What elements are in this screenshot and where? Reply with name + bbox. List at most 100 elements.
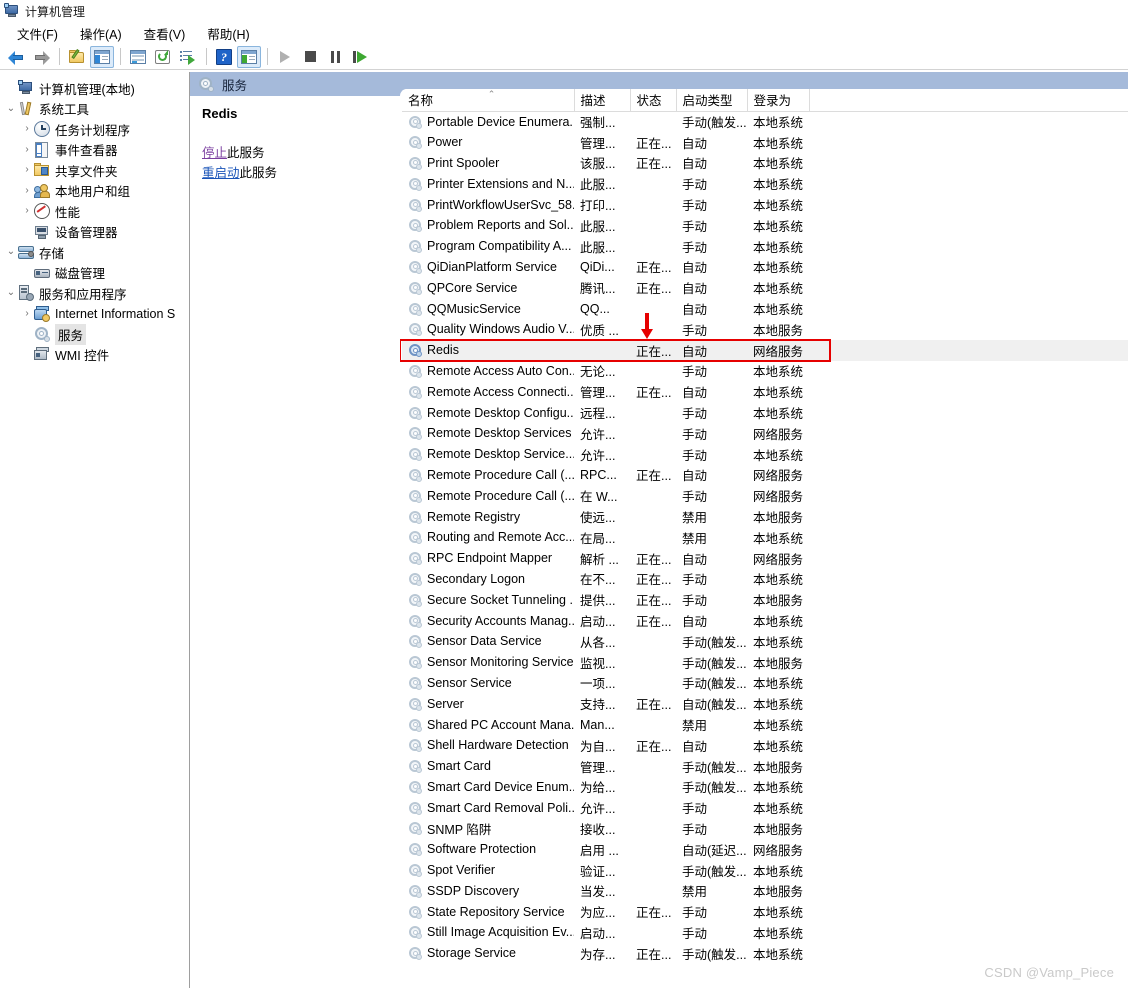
up-folder-button[interactable] (65, 46, 89, 68)
table-row[interactable]: SSDP Discovery 当发... 禁用 本地服务 (402, 880, 1128, 901)
tree-node-6[interactable]: › 性能 (0, 201, 189, 222)
restart-service-link[interactable]: 重启动此服务 (202, 163, 392, 183)
tree-node-7[interactable]: 设备管理器 (0, 222, 189, 243)
help-button[interactable]: ? (212, 46, 236, 68)
tree-node-13[interactable]: WMI 控件 (0, 345, 189, 366)
table-row[interactable]: Quality Windows Audio V... 优质 ... 手动 本地服务 (402, 319, 1128, 340)
table-row[interactable]: Secure Socket Tunneling ... 提供... 正在... 手动 本… (402, 589, 1128, 610)
table-row[interactable]: QPCore Service 腾讯... 正在... 自动 本地系统 (402, 277, 1128, 298)
service-name-label: Remote Access Connecti... (427, 384, 574, 399)
restart-service-button[interactable] (348, 46, 372, 68)
chevron-right-icon[interactable]: › (20, 308, 34, 319)
table-row[interactable]: Shell Hardware Detection 为自... 正在... 自动 本地系统 (402, 735, 1128, 756)
table-row[interactable]: Shared PC Account Mana... Man... 禁用 本地系统 (402, 714, 1128, 735)
table-row[interactable]: Spot Verifier 验证... 手动(触发... 本地系统 (402, 860, 1128, 881)
tree-node-1[interactable]: ⌄ 系统工具 (0, 99, 189, 120)
column-header-1[interactable]: 描述 (574, 89, 631, 112)
table-row[interactable]: QiDianPlatform Service QiDi... 正在... 自动 本地系统 (402, 257, 1128, 278)
menu-item-file[interactable]: 文件(F) (6, 22, 69, 45)
table-row[interactable]: Remote Registry 使远... 禁用 本地服务 (402, 506, 1128, 527)
table-row[interactable]: Remote Access Connecti... 管理... 正在... 自动 本地系… (402, 381, 1128, 402)
refresh-button[interactable] (151, 46, 175, 68)
tree-node-9[interactable]: 磁盘管理 (0, 263, 189, 284)
tree-node-8[interactable]: ⌄ 存储 (0, 242, 189, 263)
table-row[interactable]: Remote Procedure Call (... 在 W... 手动 网络服务 (402, 485, 1128, 506)
chevron-right-icon[interactable]: › (20, 144, 34, 155)
cell-logon-as: 本地系统 (753, 802, 804, 817)
table-row[interactable]: Remote Desktop Service... 允许... 手动 本地系统 (402, 444, 1128, 465)
table-row[interactable]: Storage Service 为存... 正在... 手动(触发... 本地系统 (402, 943, 1128, 964)
cell-service-name: Software Protection (402, 839, 574, 860)
column-header-3[interactable]: 启动类型 (676, 89, 748, 112)
table-row[interactable]: Redis 正在... 自动 网络服务 (402, 339, 1128, 361)
export-list-button[interactable] (176, 46, 200, 68)
menu-item-view[interactable]: 查看(V) (133, 22, 197, 45)
tree-node-11[interactable]: › Internet Information S (0, 304, 189, 325)
table-row[interactable]: Server 支持... 正在... 自动(触发... 本地系统 (402, 693, 1128, 714)
cell-description: 允许... (580, 802, 616, 817)
service-name-label: Remote Desktop Services (427, 426, 572, 441)
tree-node-4[interactable]: › 共享文件夹 (0, 160, 189, 181)
menu-item-help[interactable]: 帮助(H) (196, 22, 260, 45)
table-row[interactable]: Sensor Data Service 从各... 手动(触发... 本地系统 (402, 631, 1128, 652)
table-row[interactable]: RPC Endpoint Mapper 解析 ... 正在... 自动 网络服务 (402, 548, 1128, 569)
tree-node-10[interactable]: ⌄ 服务和应用程序 (0, 283, 189, 304)
stop-service-link[interactable]: 停止此服务 (202, 143, 392, 163)
table-row[interactable]: Printer Extensions and N... 此服... 手动 本地系统 (402, 173, 1128, 194)
chevron-right-icon[interactable]: › (20, 185, 34, 196)
cell-filler (809, 423, 1128, 444)
show-hide-tree-button[interactable] (90, 45, 114, 68)
tree-node-3[interactable]: › 事件查看器 (0, 140, 189, 161)
chevron-down-icon[interactable]: ⌄ (4, 247, 18, 257)
table-row[interactable]: Smart Card Removal Poli... 允许... 手动 本地系统 (402, 797, 1128, 818)
table-row[interactable]: Sensor Service 一项... 手动(触发... 本地系统 (402, 673, 1128, 694)
event-viewer-icon (34, 141, 50, 158)
table-row[interactable]: Power 管理... 正在... 自动 本地系统 (402, 132, 1128, 153)
column-header-2[interactable]: 状态 (630, 89, 677, 112)
table-row[interactable]: Remote Access Auto Con... 无论... 手动 本地系统 (402, 361, 1128, 382)
stop-service-button[interactable] (298, 46, 322, 68)
tree-node-0[interactable]: 计算机管理(本地) (0, 78, 189, 99)
table-row[interactable]: Smart Card 管理... 手动(触发... 本地服务 (402, 756, 1128, 777)
chevron-right-icon[interactable]: › (20, 165, 34, 175)
table-row[interactable]: Remote Procedure Call (... RPC... 正在... 自动 网… (402, 465, 1128, 486)
chevron-right-icon[interactable]: › (20, 206, 34, 216)
table-row[interactable]: Security Accounts Manag... 启动... 正在... 自动 本地… (402, 610, 1128, 631)
table-row[interactable]: Sensor Monitoring Service 监视... 手动(触发... 本地… (402, 652, 1128, 673)
back-button[interactable] (4, 46, 28, 68)
table-row[interactable]: Smart Card Device Enum... 为给... 手动(触发... 本地… (402, 777, 1128, 798)
cell-startup-type: 自动 (682, 615, 708, 630)
chevron-down-icon[interactable]: ⌄ (4, 103, 18, 114)
table-row[interactable]: SNMP 陷阱 接收... 手动 本地服务 (402, 818, 1128, 839)
properties-button[interactable] (126, 46, 150, 68)
menu-item-action[interactable]: 操作(A) (69, 22, 133, 45)
table-row[interactable]: Secondary Logon 在不... 正在... 手动 本地系统 (402, 569, 1128, 590)
tree-node-5[interactable]: › 本地用户和组 (0, 181, 189, 202)
tree-node-2[interactable]: › 任务计划程序 (0, 119, 189, 140)
forward-button[interactable] (29, 46, 53, 68)
table-row[interactable]: Still Image Acquisition Ev... 启动... 手动 本地系统 (402, 922, 1128, 943)
service-name-label: QQMusicService (427, 301, 521, 316)
show-action-pane-button[interactable] (237, 45, 261, 68)
service-gear-icon (408, 572, 422, 586)
table-row[interactable]: Program Compatibility A... 此服... 手动 本地系统 (402, 236, 1128, 257)
table-row[interactable]: QQMusicService QQ... 自动 本地系统 (402, 298, 1128, 319)
table-row[interactable]: Remote Desktop Services 允许... 手动 网络服务 (402, 423, 1128, 444)
table-row[interactable]: Portable Device Enumera... 强制... 手动(触发... 本… (402, 111, 1128, 132)
table-row[interactable]: Software Protection 启用 ... 自动(延迟... 网络服务 (402, 839, 1128, 860)
tree-node-12[interactable]: 服务 (0, 323, 189, 345)
column-header-4[interactable]: 登录为 (747, 89, 810, 112)
chevron-down-icon[interactable]: ⌄ (4, 288, 18, 298)
chevron-right-icon[interactable]: › (20, 124, 34, 134)
tree-node-label: 计算机管理(本地) (39, 82, 135, 97)
table-row[interactable]: State Repository Service 为应... 正在... 手动 本地系统 (402, 901, 1128, 922)
table-row[interactable]: Routing and Remote Acc... 在局... 禁用 本地系统 (402, 527, 1128, 548)
pause-service-button[interactable] (323, 46, 347, 68)
table-row[interactable]: Problem Reports and Sol... 此服... 手动 本地系统 (402, 215, 1128, 236)
table-row[interactable]: Print Spooler 该服... 正在... 自动 本地系统 (402, 153, 1128, 174)
start-service-button[interactable] (273, 46, 297, 68)
table-row[interactable]: PrintWorkflowUserSvc_58... 打印... 手动 本地系统 (402, 194, 1128, 215)
column-header-0[interactable]: 名称 ⌃ (402, 89, 575, 112)
table-row[interactable]: Remote Desktop Configu... 远程... 手动 本地系统 (402, 402, 1128, 423)
service-name-label: Smart Card (427, 759, 491, 774)
